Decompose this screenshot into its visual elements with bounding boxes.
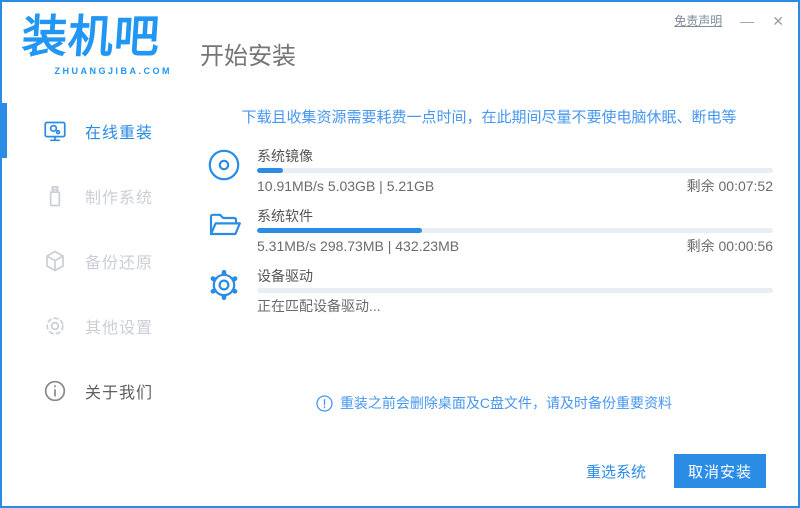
logo-domain-text: ZHUANGJIBA.COM — [54, 66, 172, 76]
task-row-device-driver: 设备驱动 正在匹配设备驱动... — [207, 268, 773, 315]
cancel-install-button[interactable]: 取消安装 — [673, 454, 766, 488]
app-logo: 装机吧 ZHUANGJIBA.COM — [20, 8, 172, 76]
backup-warning-note: 重装之前会删除桌面及C盘文件，请及时备份重要资料 — [192, 393, 796, 413]
progress-bar-fill — [257, 168, 283, 173]
task-detail: 正在匹配设备驱动... — [257, 298, 381, 314]
exclamation-circle-icon — [316, 394, 333, 412]
active-indicator — [2, 103, 7, 158]
task-list: 系统镜像 10.91MB/s 5.03GB | 5.21GB 剩余 00:07:… — [207, 148, 773, 315]
disc-icon — [207, 148, 241, 182]
sidebar-item-label: 其他设置 — [85, 319, 154, 337]
header: 装机吧 ZHUANGJIBA.COM 开始安装 免责声明 — ✕ — [2, 2, 798, 90]
page-title: 开始安装 — [200, 43, 296, 70]
sidebar-item-about-us[interactable]: 关于我们 — [4, 358, 192, 423]
progress-bar-fill — [257, 228, 423, 233]
task-detail: 5.31MB/s 298.73MB | 432.23MB — [257, 238, 460, 254]
progress-bar — [257, 288, 773, 293]
progress-bar — [257, 168, 773, 173]
gear-icon — [42, 313, 68, 339]
minimize-icon[interactable]: — — [740, 14, 754, 28]
sidebar-item-backup-restore[interactable]: 备份还原 — [4, 228, 192, 293]
progress-bar — [257, 228, 773, 233]
app-window: 装机吧 ZHUANGJIBA.COM 开始安装 免责声明 — ✕ 在线重装 制作… — [0, 0, 800, 508]
monitor-icon — [42, 118, 68, 144]
titlebar-controls: 免责声明 — ✕ — [674, 12, 784, 29]
task-title: 设备驱动 — [257, 268, 313, 284]
disclaimer-link[interactable]: 免责声明 — [674, 12, 722, 29]
sidebar-item-label: 制作系统 — [85, 189, 154, 207]
task-detail: 10.91MB/s 5.03GB | 5.21GB — [257, 178, 435, 194]
task-remaining: 剩余 00:00:56 — [686, 238, 773, 254]
reselect-system-button[interactable]: 重选系统 — [586, 461, 646, 482]
gear-icon — [207, 268, 241, 302]
sidebar-item-label: 备份还原 — [85, 254, 154, 272]
backup-warning-text: 重装之前会删除桌面及C盘文件，请及时备份重要资料 — [339, 395, 673, 411]
footer-actions: 重选系统 取消安装 — [586, 454, 766, 488]
task-row-system-image: 系统镜像 10.91MB/s 5.03GB | 5.21GB 剩余 00:07:… — [207, 148, 773, 195]
sidebar-item-other-settings[interactable]: 其他设置 — [4, 293, 192, 358]
task-title: 系统镜像 — [257, 148, 313, 164]
usb-drive-icon — [42, 183, 68, 209]
sidebar-item-make-system[interactable]: 制作系统 — [4, 163, 192, 228]
task-row-system-software: 系统软件 5.31MB/s 298.73MB | 432.23MB 剩余 00:… — [207, 208, 773, 255]
logo-brand-text: 装机吧 — [20, 11, 162, 62]
body: 在线重装 制作系统 备份还原 其他设置 关于我们 下载且收集资源需要耗费一点时间… — [2, 90, 796, 504]
folder-icon — [207, 208, 241, 242]
info-icon — [42, 378, 68, 404]
sidebar-item-label: 关于我们 — [85, 384, 154, 402]
task-remaining: 剩余 00:07:52 — [686, 178, 773, 194]
download-notice: 下载且收集资源需要耗费一点时间，在此期间尽量不要使电脑休眠、断电等 — [241, 109, 737, 126]
sidebar-item-online-reinstall[interactable]: 在线重装 — [2, 98, 192, 163]
sidebar: 在线重装 制作系统 备份还原 其他设置 关于我们 — [2, 90, 192, 504]
close-icon[interactable]: ✕ — [772, 14, 784, 28]
main-panel: 下载且收集资源需要耗费一点时间，在此期间尽量不要使电脑休眠、断电等 系统镜像 1… — [192, 90, 796, 504]
backup-cube-icon — [42, 248, 68, 274]
task-title: 系统软件 — [257, 208, 313, 224]
sidebar-item-label: 在线重装 — [85, 124, 154, 142]
